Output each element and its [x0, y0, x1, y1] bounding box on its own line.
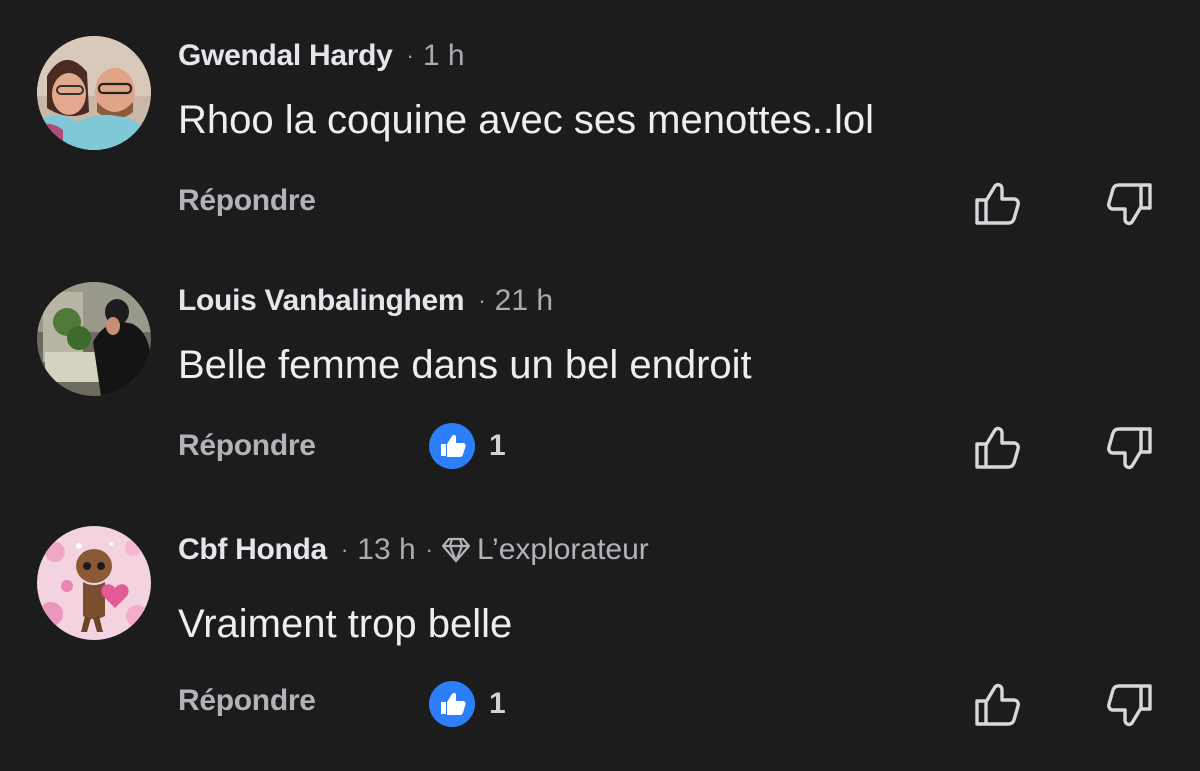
avatar[interactable]	[37, 282, 151, 396]
comment-text: Vraiment trop belle	[178, 602, 513, 646]
timestamp[interactable]: 21 h	[495, 284, 553, 318]
reaction-count: 1	[489, 429, 506, 462]
fan-badge[interactable]: L’explorateur	[441, 533, 649, 567]
reply-button[interactable]: Répondre	[178, 184, 316, 218]
author-name[interactable]: Gwendal Hardy	[178, 39, 393, 73]
comment: Gwendal Hardy · 1 h Rhoo la coquine avec…	[0, 0, 1200, 240]
thumbs-down-outline-icon	[1103, 178, 1155, 230]
thumbs-up-outline-icon	[972, 422, 1024, 474]
reaction-count: 1	[489, 687, 506, 720]
thumbs-down-outline-icon	[1103, 422, 1155, 474]
reaction-summary[interactable]: 1	[429, 681, 506, 727]
timestamp[interactable]: 13 h	[357, 533, 415, 567]
upvote-button[interactable]	[972, 178, 1024, 230]
like-reaction-icon	[429, 681, 475, 727]
comment-header: Cbf Honda · 13 h · L’explorateur	[178, 530, 649, 570]
timestamp[interactable]: 1 h	[423, 39, 465, 73]
thumbs-up-outline-icon	[972, 679, 1024, 731]
comment-text: Belle femme dans un bel endroit	[178, 343, 752, 387]
downvote-button[interactable]	[1103, 178, 1155, 230]
avatar[interactable]	[37, 36, 151, 150]
avatar[interactable]	[37, 526, 151, 640]
upvote-button[interactable]	[972, 679, 1024, 731]
diamond-icon	[441, 537, 471, 563]
downvote-button[interactable]	[1103, 679, 1155, 731]
comment-header: Louis Vanbalinghem · 21 h	[178, 281, 553, 321]
separator-dot: ·	[425, 537, 433, 562]
separator-dot: ·	[478, 288, 486, 313]
reply-button[interactable]: Répondre	[178, 684, 316, 718]
comment-text: Rhoo la coquine avec ses menottes..lol	[178, 98, 874, 142]
separator-dot: ·	[340, 537, 349, 562]
badge-label: L’explorateur	[477, 533, 649, 566]
avatar-photo	[37, 36, 151, 150]
author-name[interactable]: Cbf Honda	[178, 533, 327, 567]
author-name[interactable]: Louis Vanbalinghem	[178, 284, 465, 318]
comment: Cbf Honda · 13 h · L’explorateur Vraimen…	[0, 494, 1200, 734]
comment-header: Gwendal Hardy · 1 h	[178, 36, 465, 76]
separator-dot: ·	[406, 43, 414, 68]
thumbs-up-outline-icon	[972, 178, 1024, 230]
comment: Louis Vanbalinghem · 21 h Belle femme da…	[0, 245, 1200, 485]
upvote-button[interactable]	[972, 422, 1024, 474]
like-reaction-icon	[429, 423, 475, 469]
downvote-button[interactable]	[1103, 422, 1155, 474]
avatar-photo	[37, 282, 151, 396]
reply-button[interactable]: Répondre	[178, 429, 316, 463]
avatar-photo	[37, 526, 151, 640]
thumbs-down-outline-icon	[1103, 679, 1155, 731]
reaction-summary[interactable]: 1	[429, 423, 506, 469]
